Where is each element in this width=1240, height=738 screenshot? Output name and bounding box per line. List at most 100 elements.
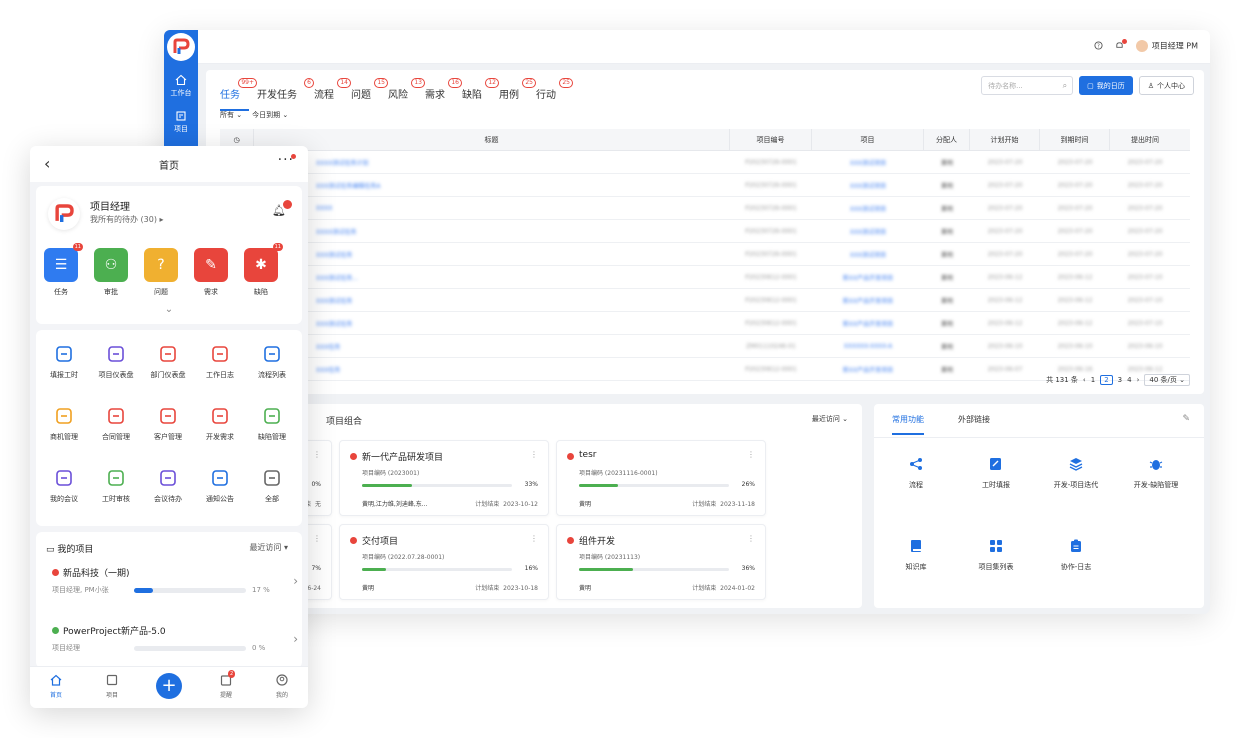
table-row[interactable]: XXXX P20230726-0001 XXX测试项目 黄明 2023-07-2… (220, 197, 1190, 220)
app-grid-item[interactable]: 会议待办 (139, 468, 197, 504)
page-3[interactable]: 3 (1118, 376, 1122, 384)
personal-center-button[interactable]: ♙ 个人中心 (1138, 76, 1194, 95)
recent-dropdown[interactable]: 最近访问 ▾ (249, 542, 288, 553)
row-project[interactable]: 新XX产品开发项目 (812, 273, 924, 282)
row-title[interactable]: XXX测试任务 (254, 250, 730, 259)
row-project[interactable]: XXX测试项目 (812, 250, 924, 259)
th-title[interactable]: 标题 (254, 128, 730, 151)
page-size-select[interactable]: 40 条/页 ⌄ (1144, 374, 1190, 386)
th-due[interactable]: 到期时间 (1040, 128, 1110, 151)
app-logo[interactable] (167, 33, 195, 61)
tab-item[interactable]: 问题 15 (351, 78, 388, 111)
row-project[interactable]: XXX测试项目 (812, 181, 924, 190)
recent-dropdown[interactable]: 最近访问 ⌄ (812, 414, 848, 424)
row-title[interactable]: XXX任务 (254, 365, 730, 374)
row-title[interactable]: XXXX (254, 205, 730, 212)
tab-item[interactable]: 开发任务 6 (257, 78, 314, 111)
th-start[interactable]: 计划开始 (970, 128, 1040, 151)
help-icon[interactable]: ? (1094, 40, 1103, 52)
tab-item[interactable]: 流程 14 (314, 78, 351, 111)
quick-entry[interactable]: ☰ 11 任务 (44, 243, 83, 297)
user-menu[interactable]: 项目经理 PM (1135, 40, 1198, 52)
table-row[interactable]: XXX任务 P20230612-0001 新XX产品开发项目 黄明 2023-0… (220, 358, 1190, 381)
project-card[interactable]: 交付项目 ⋮ 项目编码 (2022.07.28-0001) 16% 黄明 计划结… (339, 524, 549, 600)
quick-entry[interactable]: ? 问题 (144, 248, 178, 297)
row-project[interactable]: XXXXXX-XXXX-A (812, 343, 924, 350)
edit-icon[interactable]: ✎ (1182, 414, 1190, 424)
my-calendar-button[interactable]: ▢ 我的日历 (1079, 76, 1133, 95)
project-card[interactable]: tesr ⋮ 项目编码 (20231116-0001) 26% 黄明 计划结束 … (556, 440, 766, 516)
tab-remind[interactable]: 提醒 2 (206, 670, 246, 699)
th-raised[interactable]: 提出时间 (1110, 129, 1180, 151)
function-item[interactable]: 协作-日志 (1036, 538, 1116, 572)
more-icon[interactable]: ⋮ (747, 534, 755, 543)
row-project[interactable]: XXX测试项目 (812, 158, 924, 167)
table-row[interactable]: XXX任务 ZM01110246-01 XXXXXX-XXXX-A 黄明 202… (220, 335, 1190, 358)
project-card[interactable]: 组件开发 ⋮ 项目编码 (20231113) 36% 黄明 计划结束 2024-… (556, 524, 766, 600)
tab-item[interactable]: 需求 16 (425, 78, 462, 111)
th-project[interactable]: 项目 (812, 128, 924, 151)
app-grid-item[interactable]: 我的会议 (35, 468, 93, 504)
more-icon[interactable]: ⋮ (747, 450, 755, 459)
th-assignee[interactable]: 分配人 (924, 128, 970, 151)
todo-summary[interactable]: 我所有的待办 (30) ▸ (90, 214, 164, 225)
row-title[interactable]: XXX测试任务 (254, 319, 730, 328)
app-grid-item[interactable]: 工时审核 (87, 468, 145, 504)
app-grid-item[interactable]: 合同管理 (87, 406, 145, 442)
app-grid-item[interactable]: 部门仪表盘 (139, 344, 197, 380)
row-project[interactable]: 新XX产品开发项目 (812, 296, 924, 305)
todo-search-input[interactable]: 待办名称... ⌕ (981, 76, 1074, 95)
app-grid-item[interactable]: 项目仪表盘 (87, 344, 145, 380)
app-grid-item[interactable]: 工作日志 (191, 344, 249, 380)
table-row[interactable]: XXXX测试任务 P20230726-0001 XXX测试项目 黄明 2023-… (220, 220, 1190, 243)
page-4[interactable]: 4 (1127, 376, 1131, 384)
table-row[interactable]: XXX测试任务 P20230612-0001 新XX产品开发项目 黄明 2023… (220, 289, 1190, 312)
row-project[interactable]: XXX测试项目 (812, 204, 924, 213)
app-grid-item[interactable]: 填报工时 (35, 344, 93, 380)
table-row[interactable]: XXX测试任务 P20230726-0001 XXX测试项目 黄明 2023-0… (220, 243, 1190, 266)
more-icon[interactable]: ⋮ (530, 450, 538, 459)
next-page-button[interactable]: › (1137, 376, 1140, 384)
prev-page-button[interactable]: ‹ (1083, 376, 1086, 384)
tab-home[interactable]: 首页 (36, 673, 76, 699)
filter-today-dropdown[interactable]: 今日到期 ⌄ (252, 110, 288, 120)
app-grid-item[interactable]: 缺陷管理 (243, 406, 301, 442)
app-grid-item[interactable]: 全部 (243, 468, 301, 504)
function-item[interactable]: 开发-缺陷管理 (1116, 456, 1196, 490)
sidebar-item-workbench[interactable]: 工作台 (164, 74, 198, 98)
row-title[interactable]: XXXX测试任务计划 (254, 158, 730, 167)
page-2[interactable]: 2 (1100, 375, 1113, 385)
row-title[interactable]: XXX测试任务编辑任务A (254, 181, 730, 190)
row-title[interactable]: XXXX测试任务 (254, 227, 730, 236)
tab-project[interactable]: 项目 (92, 673, 132, 699)
expand-chevron-icon[interactable]: ⌄ (36, 304, 302, 315)
function-item[interactable]: 流程 (876, 456, 956, 490)
tab-item[interactable]: 行动 25 (536, 78, 573, 111)
tab-common-functions[interactable]: 常用功能 (892, 414, 924, 435)
row-title[interactable]: XXX任务 (254, 342, 730, 351)
row-title[interactable]: XXX测试任务... (254, 273, 730, 282)
quick-entry[interactable]: ✱ 11 缺陷 (244, 243, 283, 297)
row-project[interactable]: XXX测试项目 (812, 227, 924, 236)
function-item[interactable]: 开发-项目迭代 (1036, 456, 1116, 490)
tab-item[interactable]: 风险 13 (388, 78, 425, 111)
table-row[interactable]: XXX测试任务... P20230612-0001 新XX产品开发项目 黄明 2… (220, 266, 1190, 289)
sidebar-item-project[interactable]: 项目 (164, 110, 198, 134)
row-project[interactable]: 新XX产品开发项目 (812, 365, 924, 374)
my-project-item[interactable]: PowerProject新产品-5.0 项目经理 0 % › (52, 624, 298, 653)
more-icon[interactable]: ⋮ (313, 450, 321, 459)
project-card[interactable]: 新一代产品研发项目 ⋮ 项目编码 (2023001) 33% 黄明,江力维,刘迪… (339, 440, 549, 516)
function-item[interactable]: 知识库 (876, 538, 956, 572)
more-icon[interactable]: ⋮ (530, 534, 538, 543)
app-grid-item[interactable]: 通知公告 (191, 468, 249, 504)
row-project[interactable]: 新XX产品开发项目 (812, 319, 924, 328)
table-row[interactable]: XXX测试任务编辑任务A P20230726-0001 XXX测试项目 黄明 2… (220, 174, 1190, 197)
add-button[interactable]: + (156, 673, 182, 699)
tab-item[interactable]: 任务 99+ (220, 78, 257, 111)
app-grid-item[interactable]: 流程列表 (243, 344, 301, 380)
page-1[interactable]: 1 (1091, 376, 1095, 384)
table-row[interactable]: XXX测试任务 P20230612-0001 新XX产品开发项目 黄明 2023… (220, 312, 1190, 335)
function-item[interactable]: 工时填报 (956, 456, 1036, 490)
table-row[interactable]: XXXX测试任务计划 P20230726-0001 XXX测试项目 黄明 202… (220, 151, 1190, 174)
search-icon[interactable]: ⌕ (1063, 81, 1067, 91)
